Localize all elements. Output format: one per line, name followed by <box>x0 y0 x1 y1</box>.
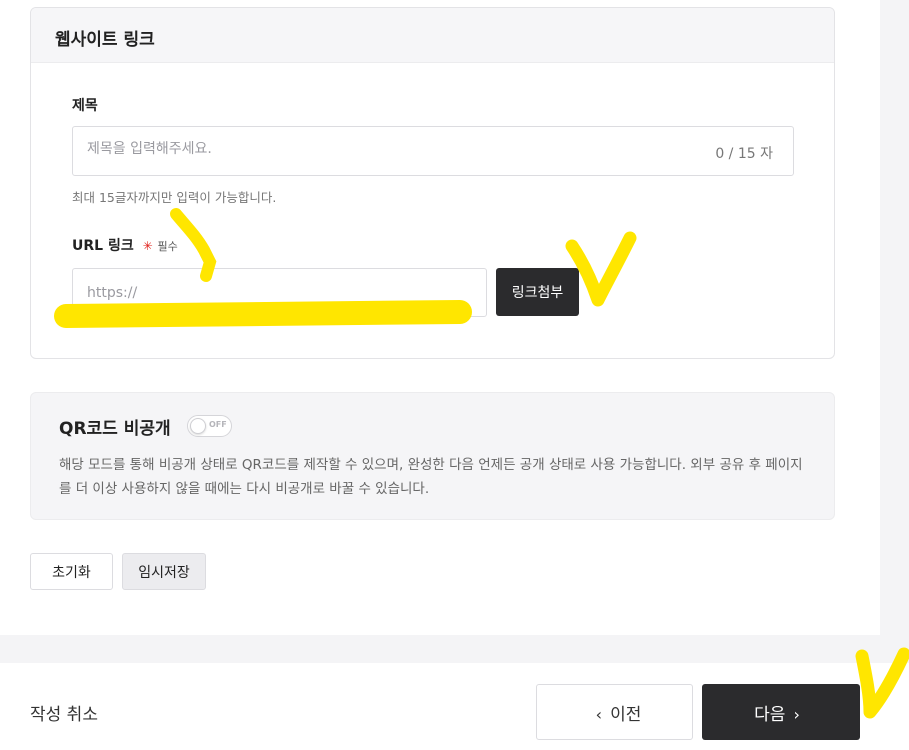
reset-button[interactable]: 초기화 <box>30 553 113 590</box>
toggle-knob <box>190 418 206 434</box>
next-button-label: 다음 <box>754 704 786 725</box>
url-input-box <box>72 268 487 317</box>
qr-private-toggle[interactable]: OFF <box>187 415 232 437</box>
chevron-right-icon: › <box>793 704 800 724</box>
title-input-box: 0 / 15 자 <box>72 126 794 176</box>
attach-link-button[interactable]: 링크첨부 <box>496 268 579 316</box>
website-link-card: 웹사이트 링크 제목 0 / 15 자 최대 15글자까지만 입력이 가능합니다… <box>30 7 835 359</box>
page-background-gutter <box>880 0 909 635</box>
prev-button-label: 이전 <box>610 704 642 725</box>
qr-description: 해당 모드를 통해 비공개 상태로 QR코드를 제작할 수 있으며, 완성한 다… <box>59 457 803 497</box>
prev-button[interactable]: ‹ 이전 <box>536 684 693 740</box>
title-help-text: 최대 15글자까지만 입력이 가능합니다. <box>72 190 277 205</box>
page: 웹사이트 링크 제목 0 / 15 자 최대 15글자까지만 입력이 가능합니다… <box>0 0 909 750</box>
chevron-left-icon: ‹ <box>595 704 603 724</box>
title-input[interactable] <box>87 141 647 157</box>
save-draft-button[interactable]: 임시저장 <box>122 553 206 590</box>
page-background-band <box>0 635 909 663</box>
qr-section-title: QR코드 비공개 <box>59 419 171 439</box>
asterisk-icon: ✳ <box>142 239 153 253</box>
required-text: 필수 <box>157 240 178 253</box>
section-title: 웹사이트 링크 <box>55 30 155 50</box>
cancel-writing-link[interactable]: 작성 취소 <box>30 700 98 725</box>
next-button[interactable]: 다음 › <box>702 684 860 740</box>
title-char-counter: 0 / 15 자 <box>715 146 773 162</box>
title-field-label: 제목 <box>72 98 98 114</box>
url-input[interactable] <box>87 285 467 301</box>
url-field-label-row: URL 링크 ✳ 필수 <box>72 235 178 255</box>
footer-bar: 작성 취소 ‹ 이전 다음 › <box>0 663 909 750</box>
website-link-header: 웹사이트 링크 <box>31 8 834 63</box>
toggle-state-text: OFF <box>209 420 227 429</box>
qr-private-card: QR코드 비공개 OFF 해당 모드를 통해 비공개 상태로 QR코드를 제작할… <box>30 392 835 520</box>
url-field-label: URL 링크 <box>72 238 134 254</box>
